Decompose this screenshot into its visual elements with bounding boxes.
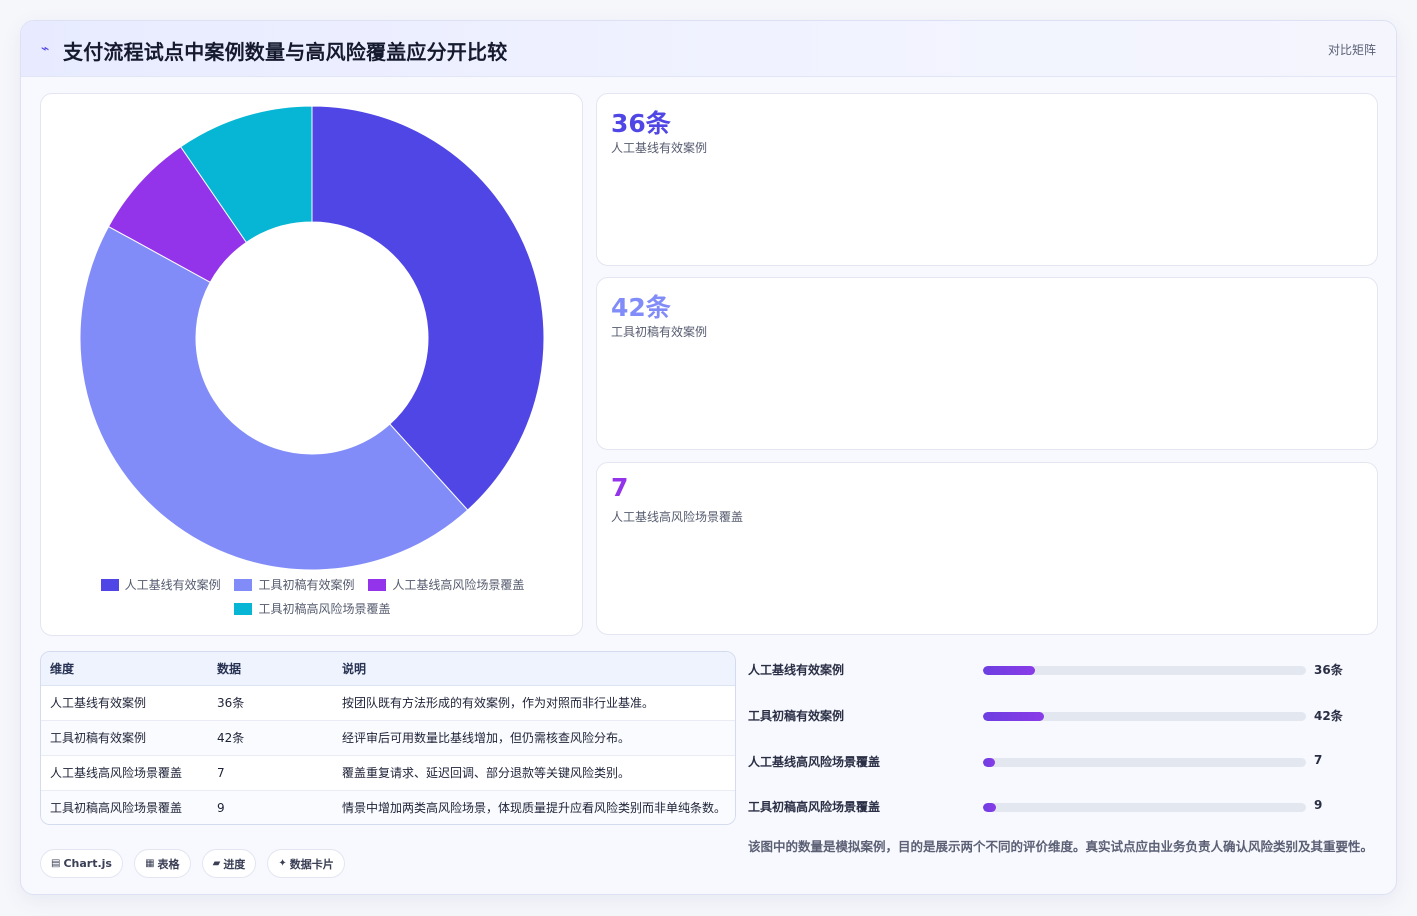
card-icon: ✦: [278, 858, 287, 869]
legend-label: 工具初稿高风险场景覆盖: [258, 602, 391, 616]
stat-card: 36条 人工基线有效案例: [596, 93, 1378, 266]
progress-track: [983, 666, 1306, 675]
table-header: 数据: [208, 652, 333, 686]
legend-item[interactable]: 人工基线有效案例: [100, 574, 221, 596]
stat-card: 42条 工具初稿有效案例: [596, 277, 1378, 450]
table-cell: 覆盖重复请求、延迟回调、部分退款等关键风险类别。: [333, 755, 735, 791]
progress-value: 36条: [1314, 663, 1343, 677]
legend-swatch: [368, 579, 387, 591]
donut-chart-panel: 人工基线有效案例 工具初稿有效案例 人工基线高风险场景覆盖 工具初稿高风险场景覆…: [40, 93, 583, 636]
table-header: 维度: [41, 652, 208, 686]
table-row: 人工基线高风险场景覆盖 7 覆盖重复请求、延迟回调、部分退款等关键风险类别。: [41, 755, 735, 791]
progress-label: 人工基线高风险场景覆盖: [748, 755, 881, 769]
legend-swatch: [234, 603, 253, 615]
progress-value: 9: [1314, 798, 1323, 812]
progress-track: [983, 712, 1306, 721]
stat-label: 工具初稿有效案例: [611, 325, 708, 339]
progress-pill[interactable]: ▰ 进度: [201, 849, 257, 878]
legend-item[interactable]: 工具初稿高风险场景覆盖: [234, 598, 391, 620]
progress-icon: ▰: [212, 858, 221, 869]
stat-value: 42条: [611, 293, 671, 322]
table-pill[interactable]: ▦ 表格: [134, 849, 191, 878]
table-header: 说明: [333, 652, 735, 686]
table-cell: 人工基线有效案例: [41, 685, 208, 721]
feature-pills: ▤ Chart.js ▦ 表格 ▰ 进度 ✦ 数据卡片: [40, 849, 351, 878]
progress-row: 工具初稿高风险场景覆盖 9: [748, 794, 1378, 818]
table-cell: 经评审后可用数量比基线增加，但仍需核查风险分布。: [333, 720, 735, 756]
progress-label: 工具初稿高风险场景覆盖: [748, 800, 881, 814]
table-row: 工具初稿高风险场景覆盖 9 情景中增加两类高风险场景，体现质量提升应看风险类别而…: [41, 790, 735, 824]
progress-fill: [983, 758, 995, 767]
legend-label: 人工基线高风险场景覆盖: [392, 578, 525, 592]
stat-label: 人工基线高风险场景覆盖: [611, 510, 744, 524]
page-title: 支付流程试点中案例数量与高风险覆盖应分开比较: [63, 40, 508, 64]
table-cell: 情景中增加两类高风险场景，体现质量提升应看风险类别而非单纯条数。: [333, 790, 735, 824]
pill-label: 进度: [223, 857, 246, 871]
progress-row: 人工基线有效案例 36条: [748, 657, 1378, 681]
progress-label: 工具初稿有效案例: [748, 709, 845, 723]
table-cell: 7: [208, 755, 333, 791]
progress-fill: [983, 803, 996, 812]
table-icon: ▦: [145, 858, 155, 869]
footnote: 该图中的数量是模拟案例，目的是展示两个不同的评价维度。真实试点应由业务负责人确认…: [748, 839, 1374, 854]
progress-value: 42条: [1314, 709, 1343, 723]
legend-item[interactable]: 人工基线高风险场景覆盖: [368, 574, 524, 596]
donut-slice[interactable]: [79, 225, 469, 571]
legend-swatch: [100, 579, 119, 591]
table-row: 工具初稿有效案例 42条 经评审后可用数量比基线增加，但仍需核查风险分布。: [41, 720, 735, 756]
progress-track: [983, 803, 1306, 812]
pill-label: 表格: [157, 857, 180, 871]
table-cell: 36条: [208, 685, 333, 721]
chart-icon: ▤: [51, 858, 61, 869]
table-cell: 工具初稿有效案例: [41, 720, 208, 756]
donut-chart: [79, 105, 545, 571]
table-row: 人工基线有效案例 36条 按团队既有方法形成的有效案例，作为对照而非行业基准。: [41, 685, 735, 721]
chart-pill[interactable]: ▤ Chart.js: [40, 849, 123, 878]
data-table: 维度 数据 说明 人工基线有效案例 36条 按团队既有方法形成的有效案例，作为对…: [41, 652, 735, 824]
progress-fill: [983, 712, 1045, 721]
data-table-panel: 维度 数据 说明 人工基线有效案例 36条 按团队既有方法形成的有效案例，作为对…: [40, 651, 736, 825]
chart-legend: 人工基线有效案例 工具初稿有效案例 人工基线高风险场景覆盖 工具初稿高风险场景覆…: [41, 574, 584, 622]
table-cell: 按团队既有方法形成的有效案例，作为对照而非行业基准。: [333, 685, 735, 721]
stat-card: 7 人工基线高风险场景覆盖: [596, 462, 1378, 635]
progress-label: 人工基线有效案例: [748, 663, 845, 677]
table-header-row: 维度 数据 说明: [41, 652, 735, 686]
pill-label: Chart.js: [63, 857, 112, 870]
legend-label: 人工基线有效案例: [124, 578, 221, 592]
progress-fill: [983, 666, 1035, 675]
progress-row: 工具初稿有效案例 42条: [748, 703, 1378, 727]
progress-value: 7: [1314, 753, 1323, 767]
comparison-card: ⌁ 支付流程试点中案例数量与高风险覆盖应分开比较 对比矩阵 人工基线有效案例 工…: [20, 20, 1397, 895]
table-cell: 9: [208, 790, 333, 824]
legend-label: 工具初稿有效案例: [258, 578, 355, 592]
table-cell: 工具初稿高风险场景覆盖: [41, 790, 208, 824]
header-label: 对比矩阵: [1327, 43, 1376, 57]
table-cell: 人工基线高风险场景覆盖: [41, 755, 208, 791]
progress-track: [983, 758, 1306, 767]
legend-item[interactable]: 工具初稿有效案例: [234, 574, 355, 596]
stat-label: 人工基线有效案例: [611, 141, 708, 155]
card-pill[interactable]: ✦ 数据卡片: [267, 849, 345, 878]
stat-value: 7: [611, 473, 629, 502]
legend-swatch: [234, 579, 253, 591]
sparkline-icon: ⌁: [41, 41, 50, 57]
progress-row: 人工基线高风险场景覆盖 7: [748, 749, 1378, 773]
pill-label: 数据卡片: [289, 857, 334, 871]
card-header: ⌁ 支付流程试点中案例数量与高风险覆盖应分开比较 对比矩阵: [21, 21, 1396, 77]
table-cell: 42条: [208, 720, 333, 756]
stat-value: 36条: [611, 109, 671, 138]
